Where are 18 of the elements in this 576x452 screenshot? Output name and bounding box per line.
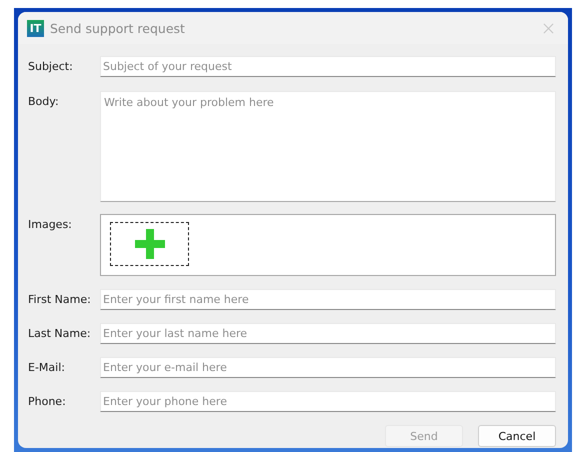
window-title: Send support request	[50, 20, 185, 36]
app-logo: IT	[27, 20, 44, 36]
field-label: Images:	[28, 217, 73, 233]
add-image-button[interactable]	[110, 222, 189, 266]
field-label: First Name:	[28, 292, 92, 308]
dialog-button[interactable]: Cancel	[478, 425, 556, 447]
input-field[interactable]: Subject of your request	[100, 56, 556, 77]
field-label: Subject:	[28, 59, 74, 75]
field-label: Body:	[28, 94, 60, 110]
field-label: Phone:	[28, 394, 67, 410]
input-field[interactable]: Enter your first name here	[100, 289, 556, 310]
field-label: E-Mail:	[28, 360, 66, 376]
input-field[interactable]: Enter your phone here	[100, 391, 556, 412]
field-label: Last Name:	[28, 326, 92, 342]
input-field[interactable]: Enter your e-mail here	[100, 357, 556, 378]
text-area[interactable]: Write about your problem here	[100, 91, 556, 202]
input-field[interactable]: Enter your last name here	[100, 323, 556, 344]
plus-icon	[134, 229, 164, 259]
